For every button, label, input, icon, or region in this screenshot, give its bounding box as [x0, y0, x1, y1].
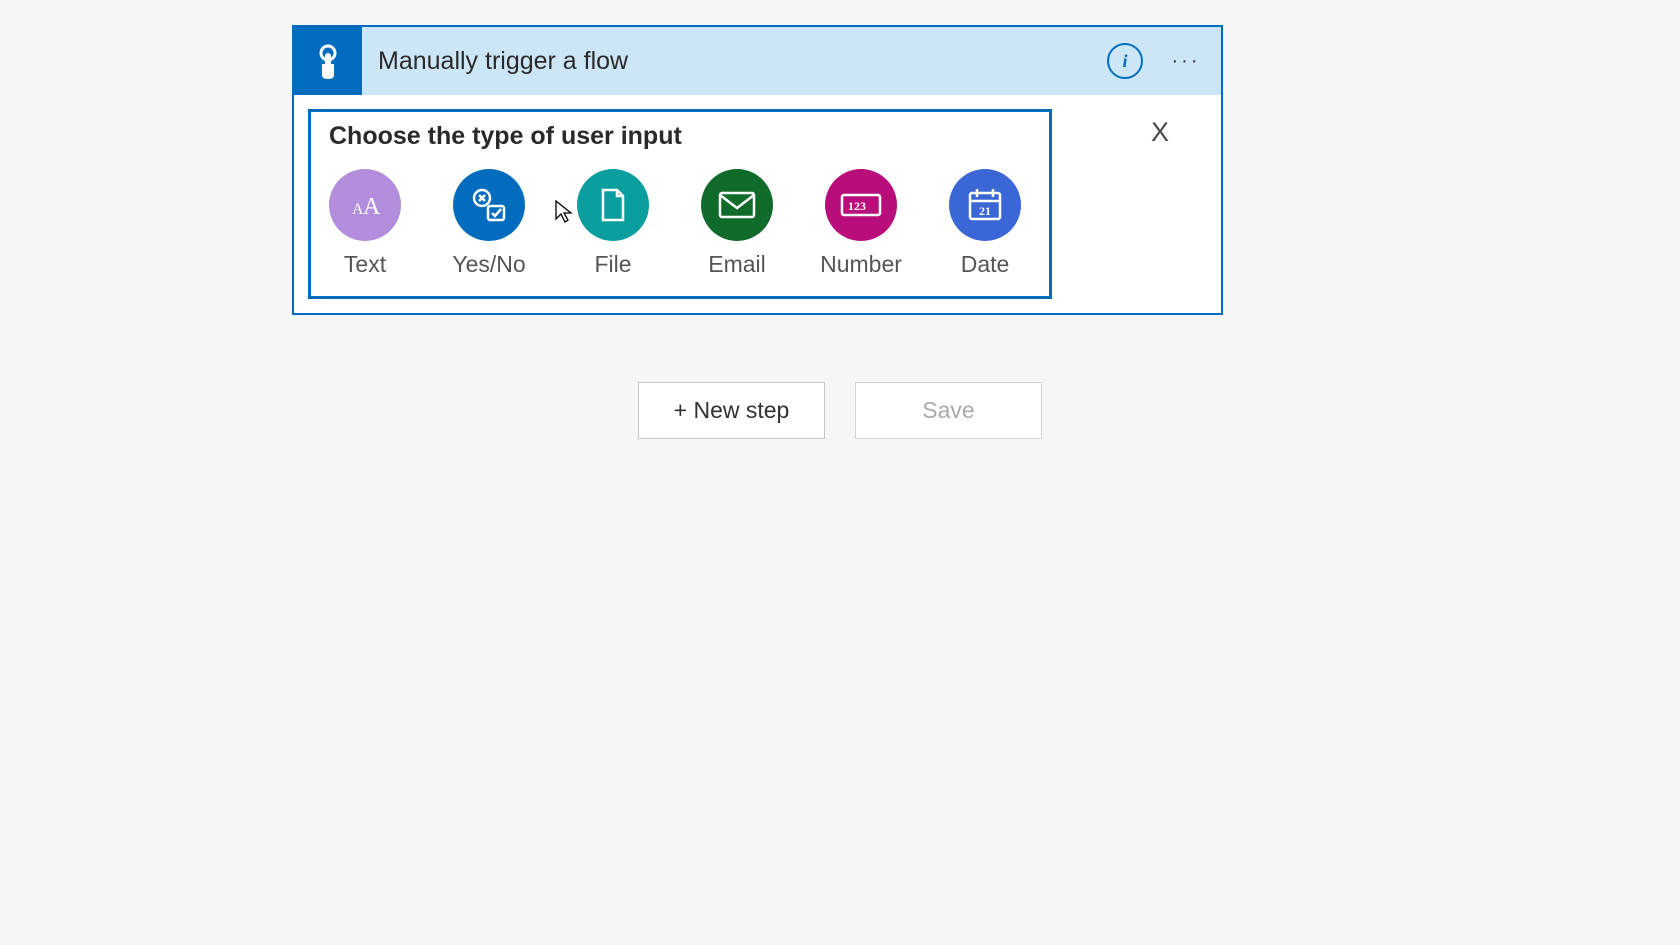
input-option-text[interactable]: A A Text — [329, 169, 401, 278]
panel-heading: Choose the type of user input — [329, 122, 1031, 151]
info-icon[interactable]: i — [1107, 43, 1143, 79]
touch-icon — [308, 41, 348, 81]
file-icon — [577, 169, 649, 241]
input-option-email[interactable]: Email — [701, 169, 773, 278]
trigger-header: Manually trigger a flow i ··· — [294, 27, 1221, 95]
input-options-row: A A Text — [329, 161, 1031, 278]
svg-text:A: A — [363, 194, 381, 220]
number-icon: 123 — [825, 169, 897, 241]
input-option-label: Number — [820, 251, 902, 278]
manual-trigger-icon — [294, 27, 362, 95]
input-option-label: File — [594, 251, 631, 278]
text-icon: A A — [329, 169, 401, 241]
input-option-label: Date — [961, 251, 1010, 278]
input-option-label: Text — [344, 251, 386, 278]
save-button: Save — [855, 382, 1042, 439]
svg-text:123: 123 — [848, 199, 866, 213]
svg-text:21: 21 — [979, 204, 991, 218]
calendar-icon: 21 — [949, 169, 1021, 241]
input-option-label: Yes/No — [452, 251, 525, 278]
input-type-panel: Choose the type of user input A A Text — [308, 109, 1052, 299]
input-option-file[interactable]: File — [577, 169, 649, 278]
yesno-icon — [453, 169, 525, 241]
trigger-card: Manually trigger a flow i ··· Choose the… — [292, 25, 1223, 315]
new-step-button[interactable]: + New step — [638, 382, 825, 439]
close-panel-button[interactable]: X — [1151, 117, 1169, 148]
email-icon — [701, 169, 773, 241]
input-option-yesno[interactable]: Yes/No — [453, 169, 525, 278]
more-options-icon[interactable]: ··· — [1161, 41, 1211, 81]
flow-actions: + New step Save — [0, 382, 1680, 439]
trigger-body: Choose the type of user input A A Text — [294, 95, 1221, 313]
input-option-label: Email — [708, 251, 766, 278]
input-option-date[interactable]: 21 Date — [949, 169, 1021, 278]
trigger-title: Manually trigger a flow — [362, 47, 1107, 76]
input-option-number[interactable]: 123 Number — [825, 169, 897, 278]
